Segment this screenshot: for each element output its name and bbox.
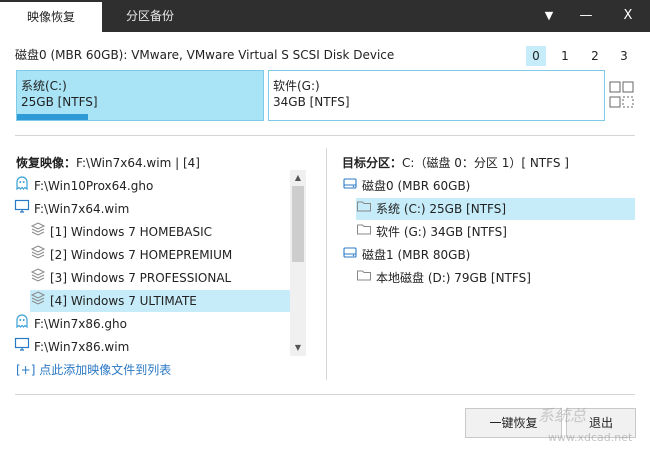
monitor-icon	[14, 336, 30, 359]
image-list-item[interactable]: [1] Windows 7 HOMEBASIC	[30, 221, 290, 243]
partition-tree-item[interactable]: 磁盘0 (MBR 60GB)	[342, 175, 635, 197]
partition-tree-item[interactable]: 本地磁盘 (D:) 79GB [NTFS]	[356, 267, 635, 289]
ghost-icon	[14, 175, 30, 198]
image-list-item[interactable]: [3] Windows 7 PROFESSIONAL	[30, 267, 290, 289]
tree-row-label: 软件 (G:) 34GB [NTFS]	[376, 225, 507, 239]
tree-row-label: 磁盘0 (MBR 60GB)	[362, 179, 471, 193]
scroll-up-icon[interactable]: ▲	[290, 171, 306, 185]
tree-row-label: F:\Win7x86.gho	[34, 317, 127, 331]
partition-tree-item[interactable]: 软件 (G:) 34GB [NTFS]	[356, 221, 635, 243]
disk-number-0[interactable]: 0	[526, 46, 546, 66]
scroll-down-icon[interactable]: ▼	[290, 341, 306, 355]
partition-tree-item[interactable]: 系统 (C:) 25GB [NTFS]	[356, 198, 635, 220]
watermark-url: www.xdcad.net	[548, 431, 633, 444]
tree-row-label: 系统 (C:) 25GB [NTFS]	[376, 202, 507, 216]
add-image-link[interactable]: [+] 点此添加映像文件到列表	[16, 361, 171, 378]
partition-usage-bar	[17, 114, 89, 120]
tree-row-label: [4] Windows 7 ULTIMATE	[50, 294, 197, 308]
disk-number-1[interactable]: 1	[555, 46, 575, 66]
folder-icon	[356, 198, 372, 221]
restore-image-label: 恢复映像：F:\Win7x64.wim | [4]	[16, 156, 200, 170]
monitor-icon	[14, 198, 30, 221]
layers-icon	[30, 221, 46, 244]
tree-row-label: [1] Windows 7 HOMEBASIC	[50, 225, 213, 239]
layers-icon	[30, 244, 46, 267]
title-bar: 映像恢复 分区备份 ▼ — X	[0, 0, 650, 32]
target-partition-label: 目标分区：C:（磁盘 0：分区 1）[ NTFS ]	[342, 156, 569, 170]
watermark-logo: 系统总	[538, 406, 587, 425]
tab-partition-backup[interactable]: 分区备份	[110, 0, 190, 32]
image-list-item[interactable]: [4] Windows 7 ULTIMATE	[30, 290, 290, 312]
disk-icon	[342, 244, 358, 267]
partition-tree-item[interactable]: 磁盘1 (MBR 80GB)	[342, 244, 635, 266]
disk-icon	[342, 175, 358, 198]
layers-icon	[30, 267, 46, 290]
folder-icon	[356, 221, 372, 244]
partition-block-c[interactable]: 系统(C:) 25GB [NTFS]	[16, 70, 264, 121]
partition-name: 软件(G:)	[273, 79, 320, 93]
partition-size: 25GB [NTFS]	[21, 95, 98, 109]
tree-row-label: F:\Win10Prox64.gho	[34, 179, 154, 193]
partition-size: 34GB [NTFS]	[273, 95, 350, 109]
disk-title: 磁盘0 (MBR 60GB): VMware, VMware Virtual S…	[15, 48, 395, 62]
close-button[interactable]: X	[614, 0, 642, 32]
partition-layout-icon[interactable]	[609, 81, 634, 109]
divider	[326, 148, 327, 380]
tree-row-label: [2] Windows 7 HOMEPREMIUM	[50, 248, 233, 262]
folder-icon	[356, 267, 372, 290]
restore-image-value: F:\Win7x64.wim | [4]	[76, 156, 200, 170]
tree-row-label: 磁盘1 (MBR 80GB)	[362, 248, 471, 262]
scroll-thumb[interactable]	[292, 186, 304, 262]
partition-name: 系统(C:)	[21, 79, 67, 93]
divider	[15, 394, 635, 395]
disk-number-3[interactable]: 3	[614, 46, 634, 66]
image-list-item[interactable]: F:\Win10Prox64.gho	[14, 175, 290, 197]
layers-icon	[30, 290, 46, 313]
tree-row-label: F:\Win7x86.wim	[34, 340, 130, 354]
image-list-scrollbar[interactable]: ▲ ▼	[290, 170, 306, 356]
image-list-item[interactable]: [2] Windows 7 HOMEPREMIUM	[30, 244, 290, 266]
tab-image-restore[interactable]: 映像恢复	[0, 2, 102, 32]
dropdown-menu-button[interactable]: ▼	[535, 0, 563, 32]
tree-row-label: F:\Win7x64.wim	[34, 202, 130, 216]
ghost-icon	[14, 313, 30, 336]
disk-number-2[interactable]: 2	[585, 46, 605, 66]
divider	[15, 135, 635, 136]
image-list-item[interactable]: F:\Win7x64.wim	[14, 198, 290, 220]
tree-row-label: [3] Windows 7 PROFESSIONAL	[50, 271, 232, 285]
image-list-item[interactable]: F:\Win7x86.wim	[14, 336, 290, 358]
minimize-button[interactable]: —	[572, 0, 600, 32]
image-list-item[interactable]: F:\Win7x86.gho	[14, 313, 290, 335]
target-partition-value: C:（磁盘 0：分区 1）[ NTFS ]	[402, 156, 569, 170]
tree-row-label: 本地磁盘 (D:) 79GB [NTFS]	[376, 271, 531, 285]
partition-block-g[interactable]: 软件(G:) 34GB [NTFS]	[268, 70, 605, 121]
